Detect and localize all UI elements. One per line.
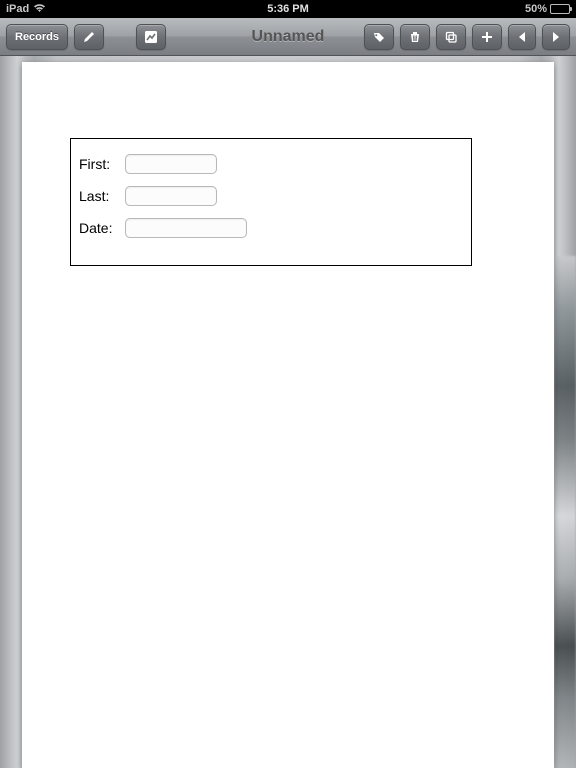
last-label: Last:: [79, 188, 125, 204]
pencil-icon: [82, 30, 96, 44]
status-bar: iPad 5:36 PM 50%: [0, 0, 576, 18]
form-row-date: Date:: [79, 213, 463, 243]
duplicate-button[interactable]: [436, 24, 466, 50]
app-body: First: Last: Date:: [0, 56, 576, 768]
document-page: First: Last: Date:: [22, 62, 554, 768]
triangle-left-icon: [517, 31, 527, 43]
battery-icon: [550, 4, 570, 14]
wifi-icon: [33, 3, 46, 16]
chart-icon: [144, 30, 158, 44]
edit-button[interactable]: [74, 24, 104, 50]
toolbar-title: Unnamed: [252, 28, 325, 46]
trash-icon: [408, 30, 422, 44]
status-right: 50%: [525, 3, 570, 15]
plus-icon: [480, 30, 494, 44]
background-edge: [554, 256, 576, 768]
status-time: 5:36 PM: [267, 3, 309, 15]
records-button[interactable]: Records: [6, 24, 68, 50]
delete-button[interactable]: [400, 24, 430, 50]
triangle-right-icon: [551, 31, 561, 43]
last-input[interactable]: [125, 186, 217, 206]
tag-icon: [372, 30, 386, 44]
date-input[interactable]: [125, 218, 247, 238]
first-label: First:: [79, 156, 125, 172]
status-left: iPad: [6, 3, 46, 16]
device-label: iPad: [6, 3, 29, 15]
copy-icon: [444, 30, 458, 44]
form-row-first: First:: [79, 149, 463, 179]
add-button[interactable]: [472, 24, 502, 50]
next-button[interactable]: [542, 24, 570, 50]
battery-text: 50%: [525, 3, 547, 15]
form-box: First: Last: Date:: [70, 138, 472, 266]
first-input[interactable]: [125, 154, 217, 174]
records-button-label: Records: [15, 31, 59, 43]
date-label: Date:: [79, 220, 125, 236]
chart-button[interactable]: [136, 24, 166, 50]
prev-button[interactable]: [508, 24, 536, 50]
tag-button[interactable]: [364, 24, 394, 50]
form-row-last: Last:: [79, 181, 463, 211]
toolbar: Records Unnamed: [0, 18, 576, 56]
